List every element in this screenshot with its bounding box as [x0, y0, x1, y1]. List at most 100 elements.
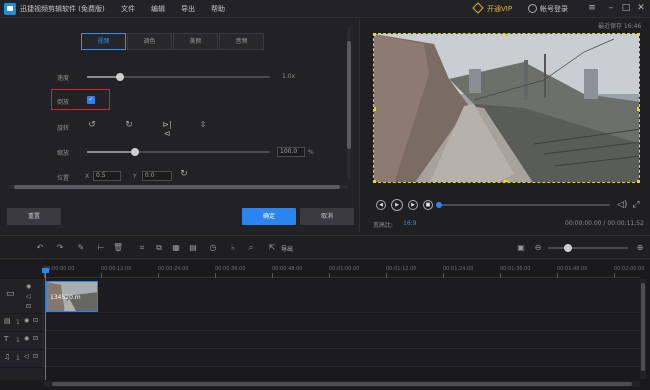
position-label: 位置 — [57, 175, 70, 182]
position-y-label: Y — [133, 173, 137, 180]
lock-icon[interactable]: ⊡ — [33, 317, 38, 324]
stop-icon[interactable]: ■ — [423, 200, 433, 210]
mosaic-icon[interactable]: ▦ — [171, 243, 181, 253]
playhead[interactable] — [45, 268, 46, 380]
freeze-frame-icon[interactable]: ▤ — [188, 243, 198, 253]
menu-help[interactable]: 帮助 — [211, 4, 225, 14]
menu-file[interactable]: 文件 — [121, 4, 135, 14]
playhead-handle[interactable] — [42, 268, 49, 273]
video-frame-image — [374, 34, 639, 182]
menu-icon[interactable]: ≡ — [586, 2, 598, 15]
reset-position-icon[interactable]: ↻ — [178, 169, 190, 179]
zoom-out-icon[interactable]: ⊖ — [533, 243, 543, 253]
vertical-scrollbar[interactable] — [347, 27, 351, 179]
play-icon[interactable]: ▶ — [391, 199, 403, 211]
fit-timeline-icon[interactable]: ▣ — [516, 243, 526, 253]
speed-slider[interactable] — [87, 73, 270, 81]
ruler-tick-label: 00:00:36.00 — [215, 266, 246, 272]
rotate-right-icon[interactable]: ↻ — [123, 120, 135, 130]
lock-icon[interactable]: ⊡ — [33, 353, 38, 360]
horizontal-scrollbar[interactable] — [8, 185, 348, 189]
mute-icon[interactable]: ◁ — [26, 293, 31, 300]
ruler-tick — [386, 273, 387, 278]
edit-toolbar: ↶ ↷ ✎ ⊢ 🗑 ⌗ ⧉ ▦ ▤ ◷ ♭ ⌕ ⇱ 导出 ▣ ⊖ ⊕ — [0, 235, 650, 259]
close-icon[interactable]: ✕ — [635, 2, 647, 15]
playback-progress[interactable] — [437, 204, 610, 206]
zoom-slider[interactable] — [548, 247, 628, 249]
aspect-ratio-value[interactable]: 16:9 — [403, 220, 416, 227]
tab-video[interactable]: 视频 — [81, 33, 126, 50]
timeline-vertical-scrollbar[interactable] — [640, 279, 646, 379]
resize-icon[interactable]: ⧉ — [154, 243, 164, 253]
video-track-header: ▭ ◉ ◁ ⊡ — [0, 279, 44, 313]
prev-frame-icon[interactable]: ◀ — [376, 200, 386, 210]
menu-edit[interactable]: 编辑 — [151, 4, 165, 14]
export-button[interactable]: 导出 — [281, 244, 293, 253]
volume-icon[interactable]: ◁) — [617, 200, 627, 210]
undo-icon[interactable]: ↶ — [35, 243, 45, 253]
horizontal-scroll-thumb[interactable] — [14, 185, 340, 189]
fullscreen-icon[interactable]: ⤢ — [631, 200, 641, 210]
split-icon[interactable]: ⊢ — [96, 243, 106, 253]
login-link[interactable]: 帐号登录 — [540, 4, 568, 14]
zoom-slider-thumb[interactable] — [564, 244, 572, 252]
tab-audio[interactable]: 音频 — [219, 33, 264, 50]
cancel-button[interactable]: 取消 — [300, 208, 354, 225]
video-preview[interactable] — [373, 33, 640, 183]
ruler-tick — [101, 273, 102, 278]
speed-slider-thumb[interactable] — [116, 73, 124, 81]
video-clip[interactable]: 134520.m — [46, 281, 98, 312]
flip-horizontal-icon[interactable]: ⊳|⊲ — [160, 120, 174, 138]
reset-button[interactable]: 重置 — [7, 208, 61, 225]
delete-icon[interactable]: 🗑 — [113, 243, 123, 253]
text-track-number: 1 — [16, 337, 20, 344]
time-ruler[interactable]: 00:00:00.00 00:00:12.00 00:00:24.00 00:00:3… — [44, 260, 644, 278]
mute-icon[interactable]: ◁ — [24, 353, 29, 360]
microphone-icon[interactable]: ♭ — [228, 243, 238, 253]
scale-input[interactable]: 100.0 — [277, 147, 305, 157]
maximize-icon[interactable]: □ — [620, 2, 632, 15]
ruler-tick-label: 00:01:36.00 — [500, 266, 531, 272]
lock-icon[interactable]: ⊡ — [33, 335, 38, 342]
clock-icon[interactable]: ◷ — [208, 243, 218, 253]
scale-slider-thumb[interactable] — [131, 148, 139, 156]
vertical-scroll-thumb[interactable] — [347, 41, 351, 149]
minimize-icon[interactable]: – — [605, 2, 617, 15]
tab-color[interactable]: 调色 — [127, 33, 172, 50]
visibility-icon[interactable]: ◉ — [24, 335, 29, 342]
vip-link[interactable]: 开通VIP — [487, 4, 512, 14]
position-y-input[interactable]: 0.0 — [142, 171, 172, 181]
export-icon[interactable]: ⇱ — [267, 243, 277, 253]
app-title: 迅捷视频剪辑软件 (免费版) — [20, 5, 105, 13]
text-track-header: T 1 ◉ ⊡ — [0, 332, 44, 349]
tab-beauty[interactable]: 美颜 — [173, 33, 218, 50]
visibility-icon[interactable]: ◉ — [26, 283, 31, 290]
playback-progress-thumb[interactable] — [436, 202, 442, 208]
vip-diamond-icon — [472, 2, 484, 14]
text-icon: T — [4, 335, 9, 343]
pip-track-header: ▤ 1 ◉ ⊡ — [0, 314, 44, 331]
pip-track — [0, 314, 640, 331]
timeline-horizontal-scrollbar[interactable] — [44, 381, 640, 387]
dub-icon[interactable]: ⌕ — [246, 243, 256, 253]
ruler-tick — [158, 273, 159, 278]
lock-icon[interactable]: ⊡ — [26, 303, 31, 310]
autosave-status: 最近保存 16:46 — [598, 23, 642, 30]
rotate-left-icon[interactable]: ↺ — [86, 120, 98, 130]
edit-icon[interactable]: ✎ — [76, 243, 86, 253]
visibility-icon[interactable]: ◉ — [24, 317, 29, 324]
scale-slider[interactable] — [87, 148, 270, 156]
position-x-input[interactable]: 0.5 — [93, 171, 121, 181]
scale-unit: % — [308, 149, 314, 156]
redo-icon[interactable]: ↷ — [55, 243, 65, 253]
text-track — [0, 332, 640, 349]
zoom-in-icon[interactable]: ⊕ — [635, 243, 645, 253]
next-frame-icon[interactable]: ▶ — [408, 200, 418, 210]
aspect-ratio-label: 宽高比: — [373, 222, 394, 229]
music-track-header: ♫ 1 ◁ ⊡ — [0, 350, 44, 367]
reverse-checkbox[interactable]: ✓ — [87, 96, 95, 104]
flip-vertical-icon[interactable]: ⇳ — [197, 120, 209, 129]
confirm-button[interactable]: 确定 — [242, 208, 296, 225]
crop-icon[interactable]: ⌗ — [137, 243, 147, 253]
menu-export[interactable]: 导出 — [181, 4, 195, 14]
